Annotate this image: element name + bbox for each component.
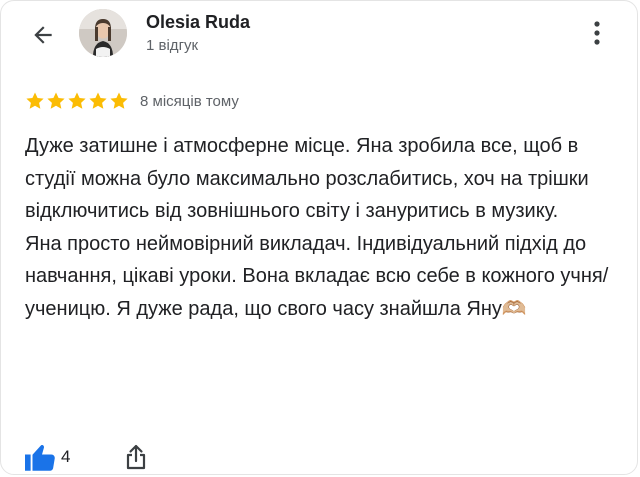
review-header: Olesia Ruda 1 відгук [1,1,637,71]
avatar[interactable] [79,9,127,57]
review-date: 8 місяців тому [140,92,239,110]
star-icon [26,92,44,109]
user-review-count: 1 відгук [146,37,199,54]
rating-row: 8 місяців тому [25,89,239,113]
arrow-left-icon [34,26,52,44]
like-button[interactable]: 4 [25,443,70,471]
review-card: Olesia Ruda 1 відгук 8 місяців тому Дуже… [0,0,638,475]
back-button[interactable] [23,15,63,55]
star-icon [68,92,86,109]
star-rating [25,91,129,111]
user-name[interactable]: Olesia Ruda [146,12,250,33]
more-options-button[interactable] [585,15,609,51]
more-vert-icon [594,21,600,45]
user-photo-icon [79,9,127,57]
share-button[interactable] [121,439,151,475]
like-count: 4 [61,447,71,466]
star-icon [47,92,65,109]
thumbs-up-icon [25,444,55,471]
star-icon [89,92,107,109]
review-actions: 4 [25,439,146,475]
share-icon [126,444,146,470]
star-icon [110,92,128,109]
review-text: Дуже затишне і атмосферне місце. Яна зро… [25,135,609,320]
